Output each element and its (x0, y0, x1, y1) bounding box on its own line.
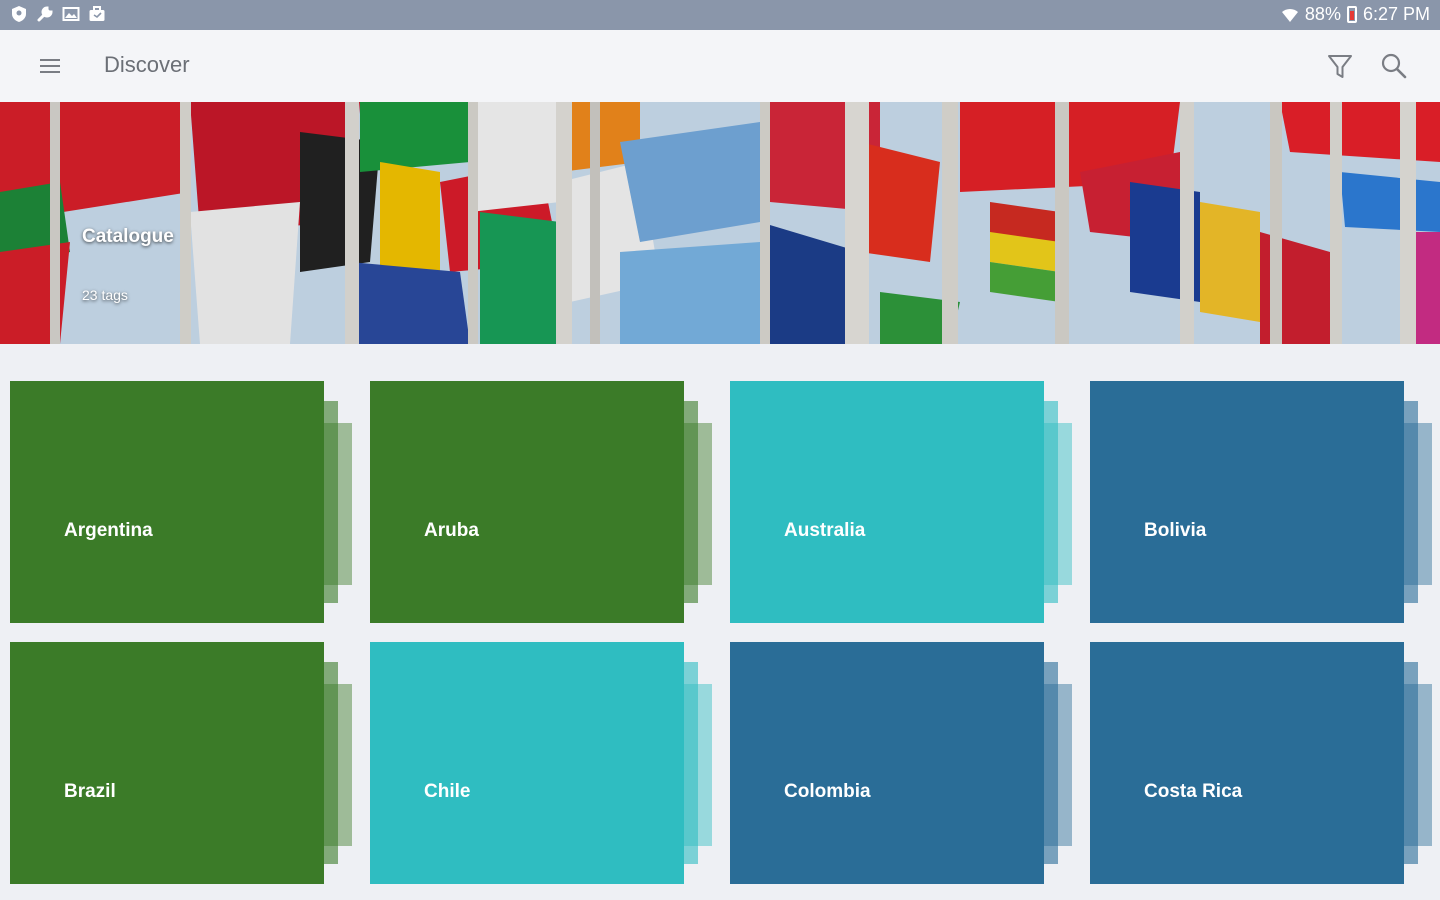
tile-card (370, 381, 684, 623)
tile-brazil[interactable]: Brazil (10, 642, 352, 884)
flags-banner-image (0, 102, 1440, 344)
tile-card (10, 381, 324, 623)
catalogue-tag-count: 23 tags (82, 287, 128, 303)
filter-icon (1328, 55, 1352, 78)
notification-icons (10, 5, 106, 23)
tile-card (370, 642, 684, 884)
app-toolbar: Discover (0, 30, 1440, 102)
catalogue-banner[interactable]: Catalogue 23 tags (0, 102, 1440, 344)
tile-label: Brazil (64, 781, 116, 802)
tile-label: Colombia (784, 781, 871, 802)
hamburger-menu-icon (40, 59, 60, 73)
tile-card (1090, 381, 1404, 623)
tile-aruba[interactable]: Aruba (370, 381, 712, 623)
tile-label: Costa Rica (1144, 781, 1243, 802)
wifi-icon (1281, 8, 1298, 22)
tile-card (730, 381, 1044, 623)
wrench-icon (37, 6, 53, 22)
status-right: 88% 6:27 PM (1281, 4, 1430, 25)
tile-label: Chile (424, 781, 471, 802)
tile-label: Argentina (64, 520, 153, 541)
country-grid: Argentina Aruba Australia Bolivia Brazil… (10, 381, 1432, 885)
tile-card (730, 642, 1044, 884)
tile-card (1090, 642, 1404, 884)
tile-label: Aruba (424, 520, 479, 541)
catalogue-title: Catalogue (82, 226, 174, 247)
clock: 6:27 PM (1362, 4, 1430, 24)
shield-icon (12, 6, 26, 22)
tile-label: Bolivia (1144, 520, 1207, 541)
tile-australia[interactable]: Australia (730, 381, 1072, 623)
page-title: Discover (104, 52, 190, 77)
search-button[interactable] (1378, 50, 1410, 82)
status-bar: 88% 6:27 PM (0, 0, 1440, 30)
tile-colombia[interactable]: Colombia (730, 642, 1072, 884)
battery-icon (1346, 6, 1357, 23)
battery-level: 88% (1304, 4, 1341, 24)
tile-card (10, 642, 324, 884)
tile-bolivia[interactable]: Bolivia (1090, 381, 1432, 623)
tile-costa-rica[interactable]: Costa Rica (1090, 642, 1432, 884)
tile-label: Australia (784, 520, 866, 541)
filter-button[interactable] (1324, 50, 1356, 82)
image-icon (62, 7, 80, 21)
briefcase-icon (89, 6, 105, 21)
search-icon (1381, 53, 1407, 79)
tile-chile[interactable]: Chile (370, 642, 712, 884)
menu-button[interactable] (34, 50, 66, 82)
tile-argentina[interactable]: Argentina (10, 381, 352, 623)
